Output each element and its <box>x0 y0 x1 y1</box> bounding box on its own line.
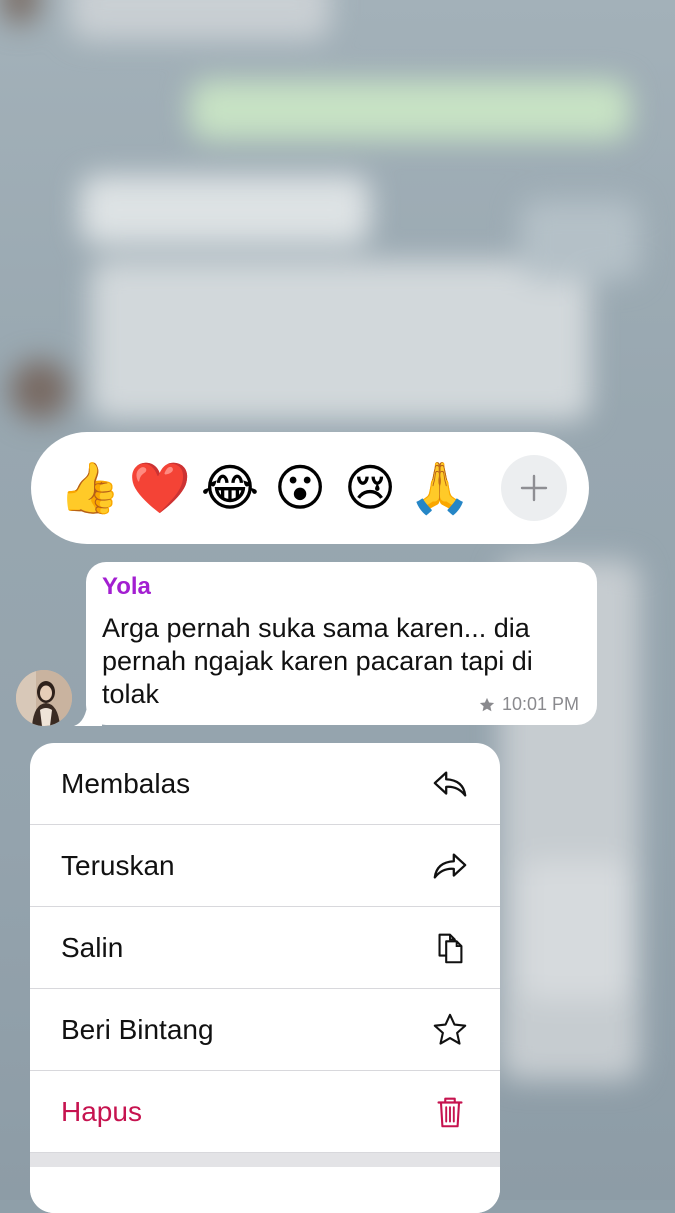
starred-icon <box>479 697 495 711</box>
menu-item-forward[interactable]: Teruskan <box>30 825 500 907</box>
crying-reaction[interactable]: 😢 <box>335 453 405 523</box>
red-heart-reaction[interactable]: ❤️ <box>125 453 195 523</box>
reply-icon <box>430 764 470 804</box>
sender-avatar[interactable] <box>16 670 72 726</box>
menu-item-copy[interactable]: Salin <box>30 907 500 989</box>
message-meta: 10:01 PM <box>478 694 579 715</box>
menu-item-reply[interactable]: Membalas <box>30 743 500 825</box>
folded-hands-reaction[interactable]: 🙏 <box>405 453 475 523</box>
message-time: 10:01 PM <box>501 694 579 714</box>
menu-more-section[interactable] <box>30 1167 500 1213</box>
menu-item-label: Hapus <box>61 1095 142 1127</box>
thumbs-up-reaction[interactable]: 👍 <box>55 453 125 523</box>
menu-item-label: Beri Bintang <box>61 1013 214 1045</box>
plus-icon <box>520 474 548 502</box>
message-bubble[interactable]: Yola Arga pernah suka sama karen... dia … <box>86 562 597 725</box>
reaction-bar: 👍 ❤️ 😂 😮 😢 🙏 <box>31 432 589 544</box>
tears-of-joy-reaction[interactable]: 😂 <box>195 453 265 523</box>
menu-item-star[interactable]: Beri Bintang <box>30 989 500 1071</box>
menu-item-delete[interactable]: Hapus <box>30 1071 500 1153</box>
forward-icon <box>430 846 470 886</box>
menu-item-label: Membalas <box>61 767 191 799</box>
avatar-image <box>16 670 72 726</box>
more-reactions-button[interactable] <box>501 455 567 521</box>
star-icon <box>430 1010 470 1050</box>
sender-name: Yola <box>102 573 151 600</box>
menu-item-label: Salin <box>61 931 124 963</box>
surprised-reaction[interactable]: 😮 <box>265 453 335 523</box>
copy-icon <box>430 928 470 968</box>
menu-item-label: Teruskan <box>61 849 175 881</box>
trash-icon <box>430 1092 470 1132</box>
menu-divider <box>30 1153 500 1167</box>
message-context-menu: Membalas Teruskan Salin Beri Bintang Hap… <box>30 743 500 1213</box>
